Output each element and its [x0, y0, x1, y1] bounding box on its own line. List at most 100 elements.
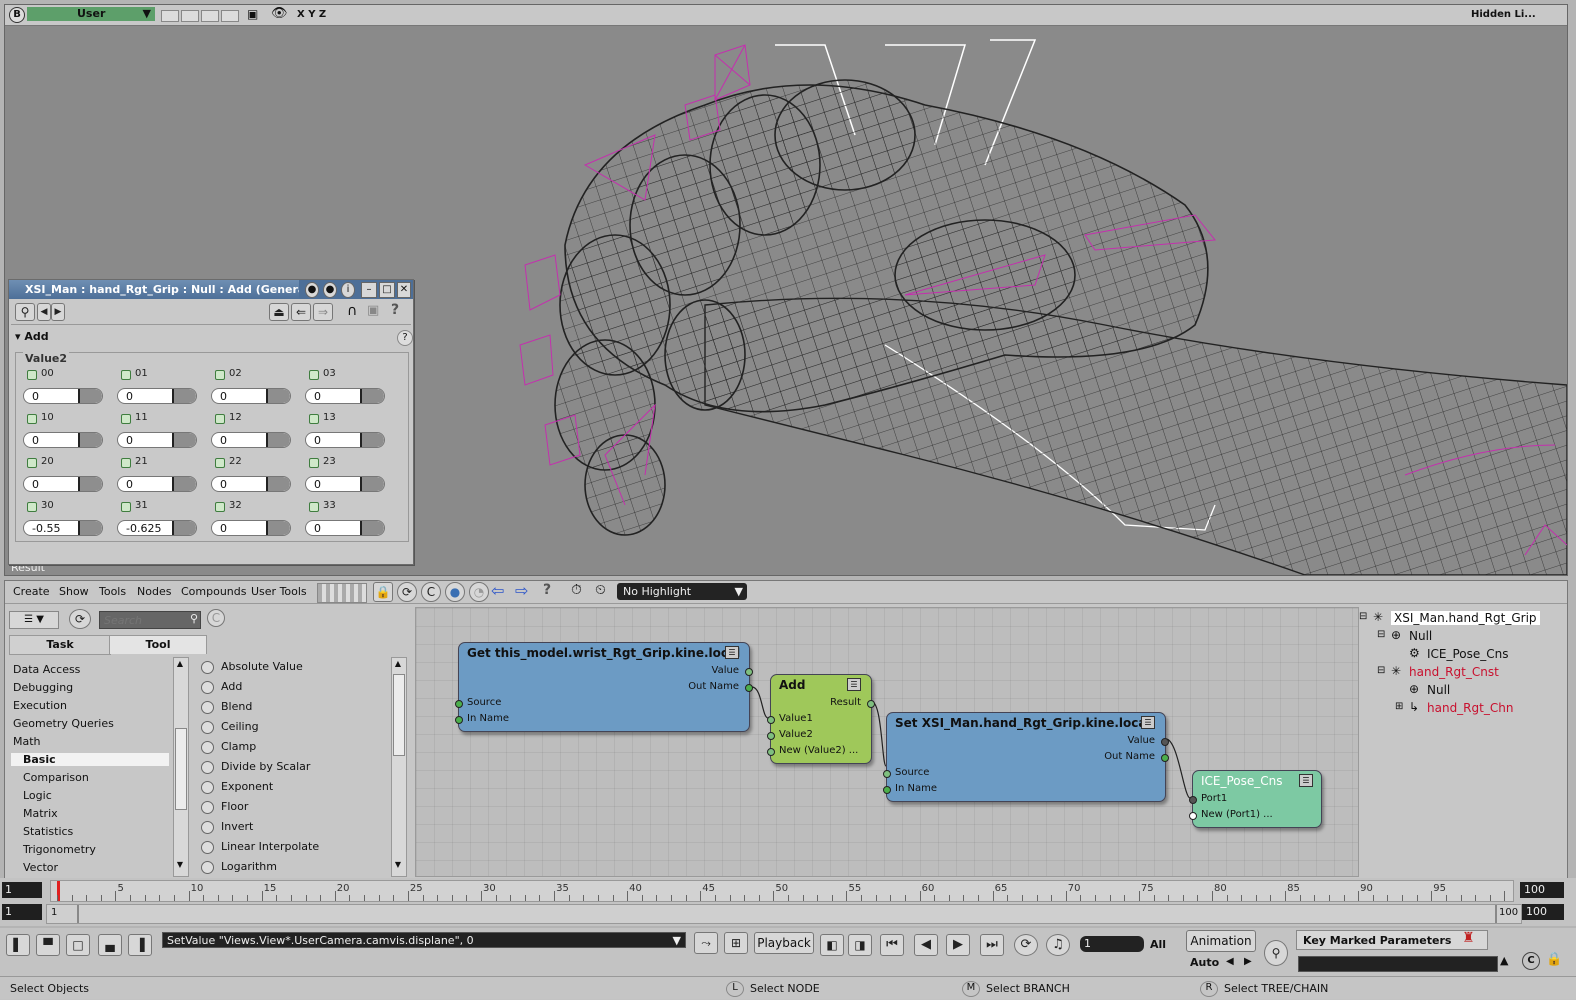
- help-icon[interactable]: ?: [391, 302, 399, 318]
- port-new-port1-in[interactable]: [1189, 812, 1197, 820]
- menu-tools[interactable]: Tools: [99, 585, 126, 598]
- node-list-item[interactable]: Linear Interpolate: [199, 839, 385, 857]
- playback-frame-field[interactable]: 1: [1080, 936, 1144, 952]
- animation-led-icon[interactable]: [309, 502, 319, 512]
- menu-user-tools[interactable]: User Tools: [251, 585, 307, 598]
- end-frame-field[interactable]: 100: [1520, 882, 1564, 898]
- slider-knob[interactable]: [78, 521, 102, 535]
- prev-key-arrow[interactable]: ◀: [1226, 956, 1234, 967]
- forward-arrow-icon[interactable]: ▶: [51, 303, 65, 321]
- port-out-name-out[interactable]: [1161, 754, 1169, 762]
- node-menu-icon[interactable]: ☰: [847, 678, 861, 691]
- timer-reset-icon[interactable]: ⏲: [595, 582, 606, 598]
- category-item[interactable]: Geometry Queries: [13, 717, 114, 730]
- display-mode-menu[interactable]: Hidden Li...: [1471, 9, 1536, 20]
- slider-knob[interactable]: [172, 433, 196, 447]
- get-data-node[interactable]: Get this_model.wrist_Rgt_Grip.kine.local…: [455, 642, 753, 732]
- scroll-down-icon[interactable]: ▼: [175, 860, 185, 872]
- goto-end-icon[interactable]: ⏭: [980, 934, 1004, 956]
- menu-show[interactable]: Show: [59, 585, 89, 598]
- matrix-value-field[interactable]: 0: [305, 520, 385, 536]
- collapse-icon[interactable]: ⊟: [1377, 629, 1385, 640]
- matrix-value-field[interactable]: 0: [23, 476, 103, 492]
- slider-knob[interactable]: [360, 477, 384, 491]
- category-item[interactable]: Math: [13, 735, 41, 748]
- port-in-name-in[interactable]: [455, 716, 463, 724]
- layout-1-icon[interactable]: ▌: [6, 934, 30, 956]
- axes-label[interactable]: X Y Z: [297, 9, 326, 20]
- port-value1-in[interactable]: [767, 716, 775, 724]
- category-item[interactable]: Matrix: [23, 807, 58, 820]
- range-start-handle[interactable]: [77, 905, 79, 923]
- node-menu-icon[interactable]: ☰: [725, 646, 739, 659]
- tool-icon[interactable]: ⚲: [15, 303, 35, 321]
- node-list-item[interactable]: Invert: [199, 819, 385, 837]
- clear-search-icon[interactable]: C: [207, 609, 225, 627]
- port-source-in[interactable]: [883, 770, 891, 778]
- animation-led-icon[interactable]: [27, 414, 37, 424]
- range-end-field[interactable]: 100: [1522, 904, 1564, 920]
- next-key-icon[interactable]: ◨: [848, 934, 872, 956]
- step-back-icon[interactable]: ◀: [914, 934, 938, 956]
- matrix-value-field[interactable]: 0: [117, 388, 197, 404]
- refresh-icon[interactable]: ●: [323, 282, 337, 298]
- node-menu-icon[interactable]: ☰: [1141, 716, 1155, 729]
- save-preset-icon[interactable]: ⇐: [291, 303, 311, 321]
- animation-led-icon[interactable]: [215, 458, 225, 468]
- category-item[interactable]: Basic: [11, 753, 169, 766]
- node-list-item[interactable]: Add: [199, 679, 385, 697]
- slider-knob[interactable]: [172, 389, 196, 403]
- toolbox-icon[interactable]: ⊞: [724, 932, 748, 954]
- next-key-arrow[interactable]: ▶: [1244, 956, 1252, 967]
- animation-led-icon[interactable]: [215, 370, 225, 380]
- ice-graph-canvas[interactable]: Get this_model.wrist_Rgt_Grip.kine.local…: [415, 607, 1359, 877]
- animation-led-icon[interactable]: [309, 458, 319, 468]
- menu-create[interactable]: Create: [13, 585, 50, 598]
- animation-led-icon[interactable]: [309, 370, 319, 380]
- arrow-icon[interactable]: ◔: [469, 582, 489, 602]
- auto-key-toggle[interactable]: Auto: [1190, 956, 1219, 969]
- category-scrollbar[interactable]: ▲ ▼: [173, 657, 189, 877]
- matrix-value-field[interactable]: 0: [117, 432, 197, 448]
- view-options-dropdown[interactable]: ☰ ▼: [9, 611, 59, 629]
- scroll-thumb[interactable]: [175, 728, 187, 810]
- key-param-slider[interactable]: [1298, 956, 1498, 972]
- audio-icon[interactable]: ♫: [1046, 934, 1070, 956]
- property-page-title[interactable]: XSI_Man : hand_Rgt_Grip : Null : Add (Ge…: [9, 280, 299, 299]
- slider-knob[interactable]: [78, 433, 102, 447]
- close-button[interactable]: ✕: [397, 282, 411, 298]
- prev-key-icon[interactable]: ◧: [820, 934, 844, 956]
- refresh-list-icon[interactable]: ⟳: [69, 609, 91, 629]
- compound-icon[interactable]: C: [421, 582, 441, 602]
- port-value2-in[interactable]: [767, 732, 775, 740]
- slider-knob[interactable]: [266, 389, 290, 403]
- refresh-icon[interactable]: ⟳: [397, 582, 417, 602]
- matrix-value-field[interactable]: 0: [211, 432, 291, 448]
- category-item[interactable]: Execution: [13, 699, 67, 712]
- lock-icon[interactable]: ●: [305, 282, 319, 298]
- animation-led-icon[interactable]: [121, 458, 131, 468]
- port-in-name-in[interactable]: [883, 786, 891, 794]
- range-end-handle[interactable]: [1495, 905, 1497, 923]
- start-frame-field[interactable]: 1: [2, 904, 42, 920]
- timeline-ruler[interactable]: 5 10 15 20 25 30 35 40 45 50 55 60 65 70 75 80 85 90 95: [50, 880, 1514, 902]
- timer-icon[interactable]: ⏱: [571, 582, 582, 598]
- key-marked-parameters-button[interactable]: Key Marked Parameters: [1296, 930, 1488, 950]
- set-data-node[interactable]: Set XSI_Man.hand_Rgt_Grip.kine.local ☰ V…: [883, 712, 1169, 802]
- view-slot-2[interactable]: [181, 10, 199, 22]
- current-frame-field[interactable]: 1: [2, 882, 42, 898]
- category-item[interactable]: Conversion: [13, 655, 75, 658]
- forward-arrow-icon[interactable]: ⇨: [515, 581, 528, 600]
- chevron-down-icon[interactable]: ▼: [673, 933, 681, 947]
- port-source-in[interactable]: [455, 700, 463, 708]
- ice-pose-cns-node[interactable]: ICE_Pose_Cns ☰ Port1 New (Port1) ...: [1189, 770, 1322, 828]
- matrix-value-field[interactable]: 0: [305, 388, 385, 404]
- slider-knob[interactable]: [78, 477, 102, 491]
- lock-icon[interactable]: 🔒: [1546, 952, 1562, 967]
- port-new-value2-in[interactable]: [767, 748, 775, 756]
- node-menu-icon[interactable]: ☰: [1299, 774, 1313, 787]
- node-list-item[interactable]: Logarithm: [199, 859, 385, 877]
- matrix-value-field[interactable]: 0: [305, 432, 385, 448]
- range-slider[interactable]: 1 100: [46, 904, 1522, 924]
- key-icon[interactable]: ⚲: [1264, 940, 1288, 966]
